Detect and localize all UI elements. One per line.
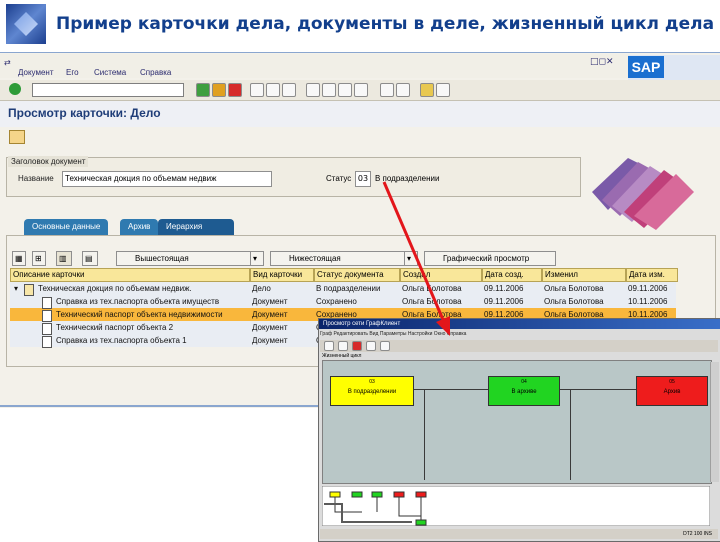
col-header-created-date[interactable]: Дата созд. [482,268,542,282]
cell-type: Документ [252,310,288,319]
cell-changed-by: Ольга Болотова [544,297,604,306]
previous-page-icon[interactable] [322,83,336,97]
cell-type: Дело [252,284,271,293]
graph-edge [570,390,571,480]
header-section-label: Заголовок документ [8,156,89,167]
graph-edge [424,390,425,480]
last-page-icon[interactable] [354,83,368,97]
document-icon [42,323,52,335]
document-icon [42,297,52,309]
document-icon [42,310,52,322]
menu-bar: ⇄ Документ Его Система Справка [0,54,630,78]
node-code: 04 [521,379,527,385]
first-page-icon[interactable] [306,83,320,97]
menu-item-goto[interactable]: Его [66,68,79,77]
help-icon[interactable] [420,83,434,97]
col-header-description[interactable]: Описание карточки [10,268,250,282]
graph-node[interactable]: 03 В подразделении [330,376,414,406]
cell-description: Справка из тех.паспорта объекта 1 [56,336,187,345]
node-label: В подразделении [347,389,397,395]
window-controls[interactable]: □◻✕ [590,57,614,67]
document-icon [42,336,52,348]
find-next-icon[interactable] [282,83,296,97]
filter-icon[interactable]: ⊞ [32,251,46,266]
enter-check-icon[interactable] [9,83,21,95]
cell-changed-date: 10.11.2006 [628,297,668,306]
node-label: В архиве [511,389,537,395]
graph-tool-icon[interactable] [380,341,390,351]
subordinate-button-label: Нижестоящая [289,254,341,263]
folders-image [592,158,694,230]
pointer-arrow [382,181,450,336]
menu-item-system[interactable]: Система [94,68,126,77]
col-header-changed-by[interactable]: Изменил [542,268,626,282]
cell-changed-by: Ольга Болотова [544,284,604,293]
superior-button-label: Вышестоящая [135,254,189,263]
graph-tool-icon[interactable] [366,341,376,351]
name-field[interactable]: Техническая докция по объемам недвиж [62,171,272,187]
menu-icon[interactable]: ⇄ [4,58,11,67]
superior-button[interactable]: Вышестоящая [116,251,264,266]
graph-scrollbar[interactable] [710,362,719,482]
folder-icon [24,284,34,296]
graph-tool-icon[interactable] [324,341,334,351]
graph-node[interactable]: 04 В архиве [488,376,560,406]
cell-description: Технический паспорт объекта недвижимости [56,310,223,319]
tab-hierarchy[interactable]: Иерархия [158,219,234,235]
node-code: 03 [369,379,375,385]
tab-basic-data[interactable]: Основные данные [24,219,109,235]
cell-type: Документ [252,297,288,306]
new-session-icon[interactable] [380,83,394,97]
edit-mode-icon[interactable] [9,130,25,144]
screen-title: Просмотр карточки: Дело [8,106,161,120]
slide-logo-icon [6,4,46,44]
cell-created-date: 09.11.2006 [484,284,524,293]
cell-type: Документ [252,323,288,332]
superior-select-icon[interactable]: ▾ [250,251,264,266]
exit-icon[interactable] [212,83,226,97]
window-bottom-border [0,405,318,407]
cell-created-date: 09.11.2006 [484,297,524,306]
columns-icon[interactable]: ▥ [56,251,72,266]
find-icon[interactable] [266,83,280,97]
cell-description: Технический паспорт объекта 2 [56,323,174,332]
cell-type: Документ [252,336,288,345]
status-label: Статус [326,174,352,183]
layout-icon[interactable] [436,83,450,97]
cancel-icon[interactable] [228,83,242,97]
tab-archive[interactable]: Архив [120,219,159,235]
details-icon[interactable]: ▦ [12,251,26,266]
cell-description: Справка из тех.паспорта объекта имуществ [56,297,220,306]
graph-tool-icon[interactable] [338,341,348,351]
name-label: Название [18,174,54,183]
col-header-changed-date[interactable]: Дата изм. [626,268,678,282]
back-icon[interactable] [196,83,210,97]
col-header-type[interactable]: Вид карточки [250,268,314,282]
next-page-icon[interactable] [338,83,352,97]
shortcut-icon[interactable] [396,83,410,97]
graph-minimap[interactable] [322,486,710,526]
layout-select-icon[interactable]: ▤ [82,251,98,266]
cell-changed-date: 09.11.2006 [628,284,668,293]
status-code-field[interactable]: 03 [355,171,371,187]
print-icon[interactable] [250,83,264,97]
command-field[interactable] [32,83,184,97]
node-code: 05 [669,379,675,385]
sap-logo: SAP [628,56,664,78]
expand-icon[interactable]: ▾ [12,283,18,295]
menu-item-help[interactable]: Справка [140,68,171,77]
graph-status-text: DT2 100 INS [683,531,712,537]
graph-tool-icon[interactable] [352,341,362,351]
graph-section-label: Жизненный цикл [322,353,362,359]
cell-description: Техническая докция по объемам недвиж. [38,284,192,293]
node-label: Архив [663,389,681,395]
graph-node[interactable]: 05 Архив [636,376,708,406]
slide-title: Пример карточки дела, документы в деле, … [56,14,715,34]
graph-status-bar: DT2 100 INS [320,529,718,539]
menu-item-document[interactable]: Документ [18,68,54,77]
